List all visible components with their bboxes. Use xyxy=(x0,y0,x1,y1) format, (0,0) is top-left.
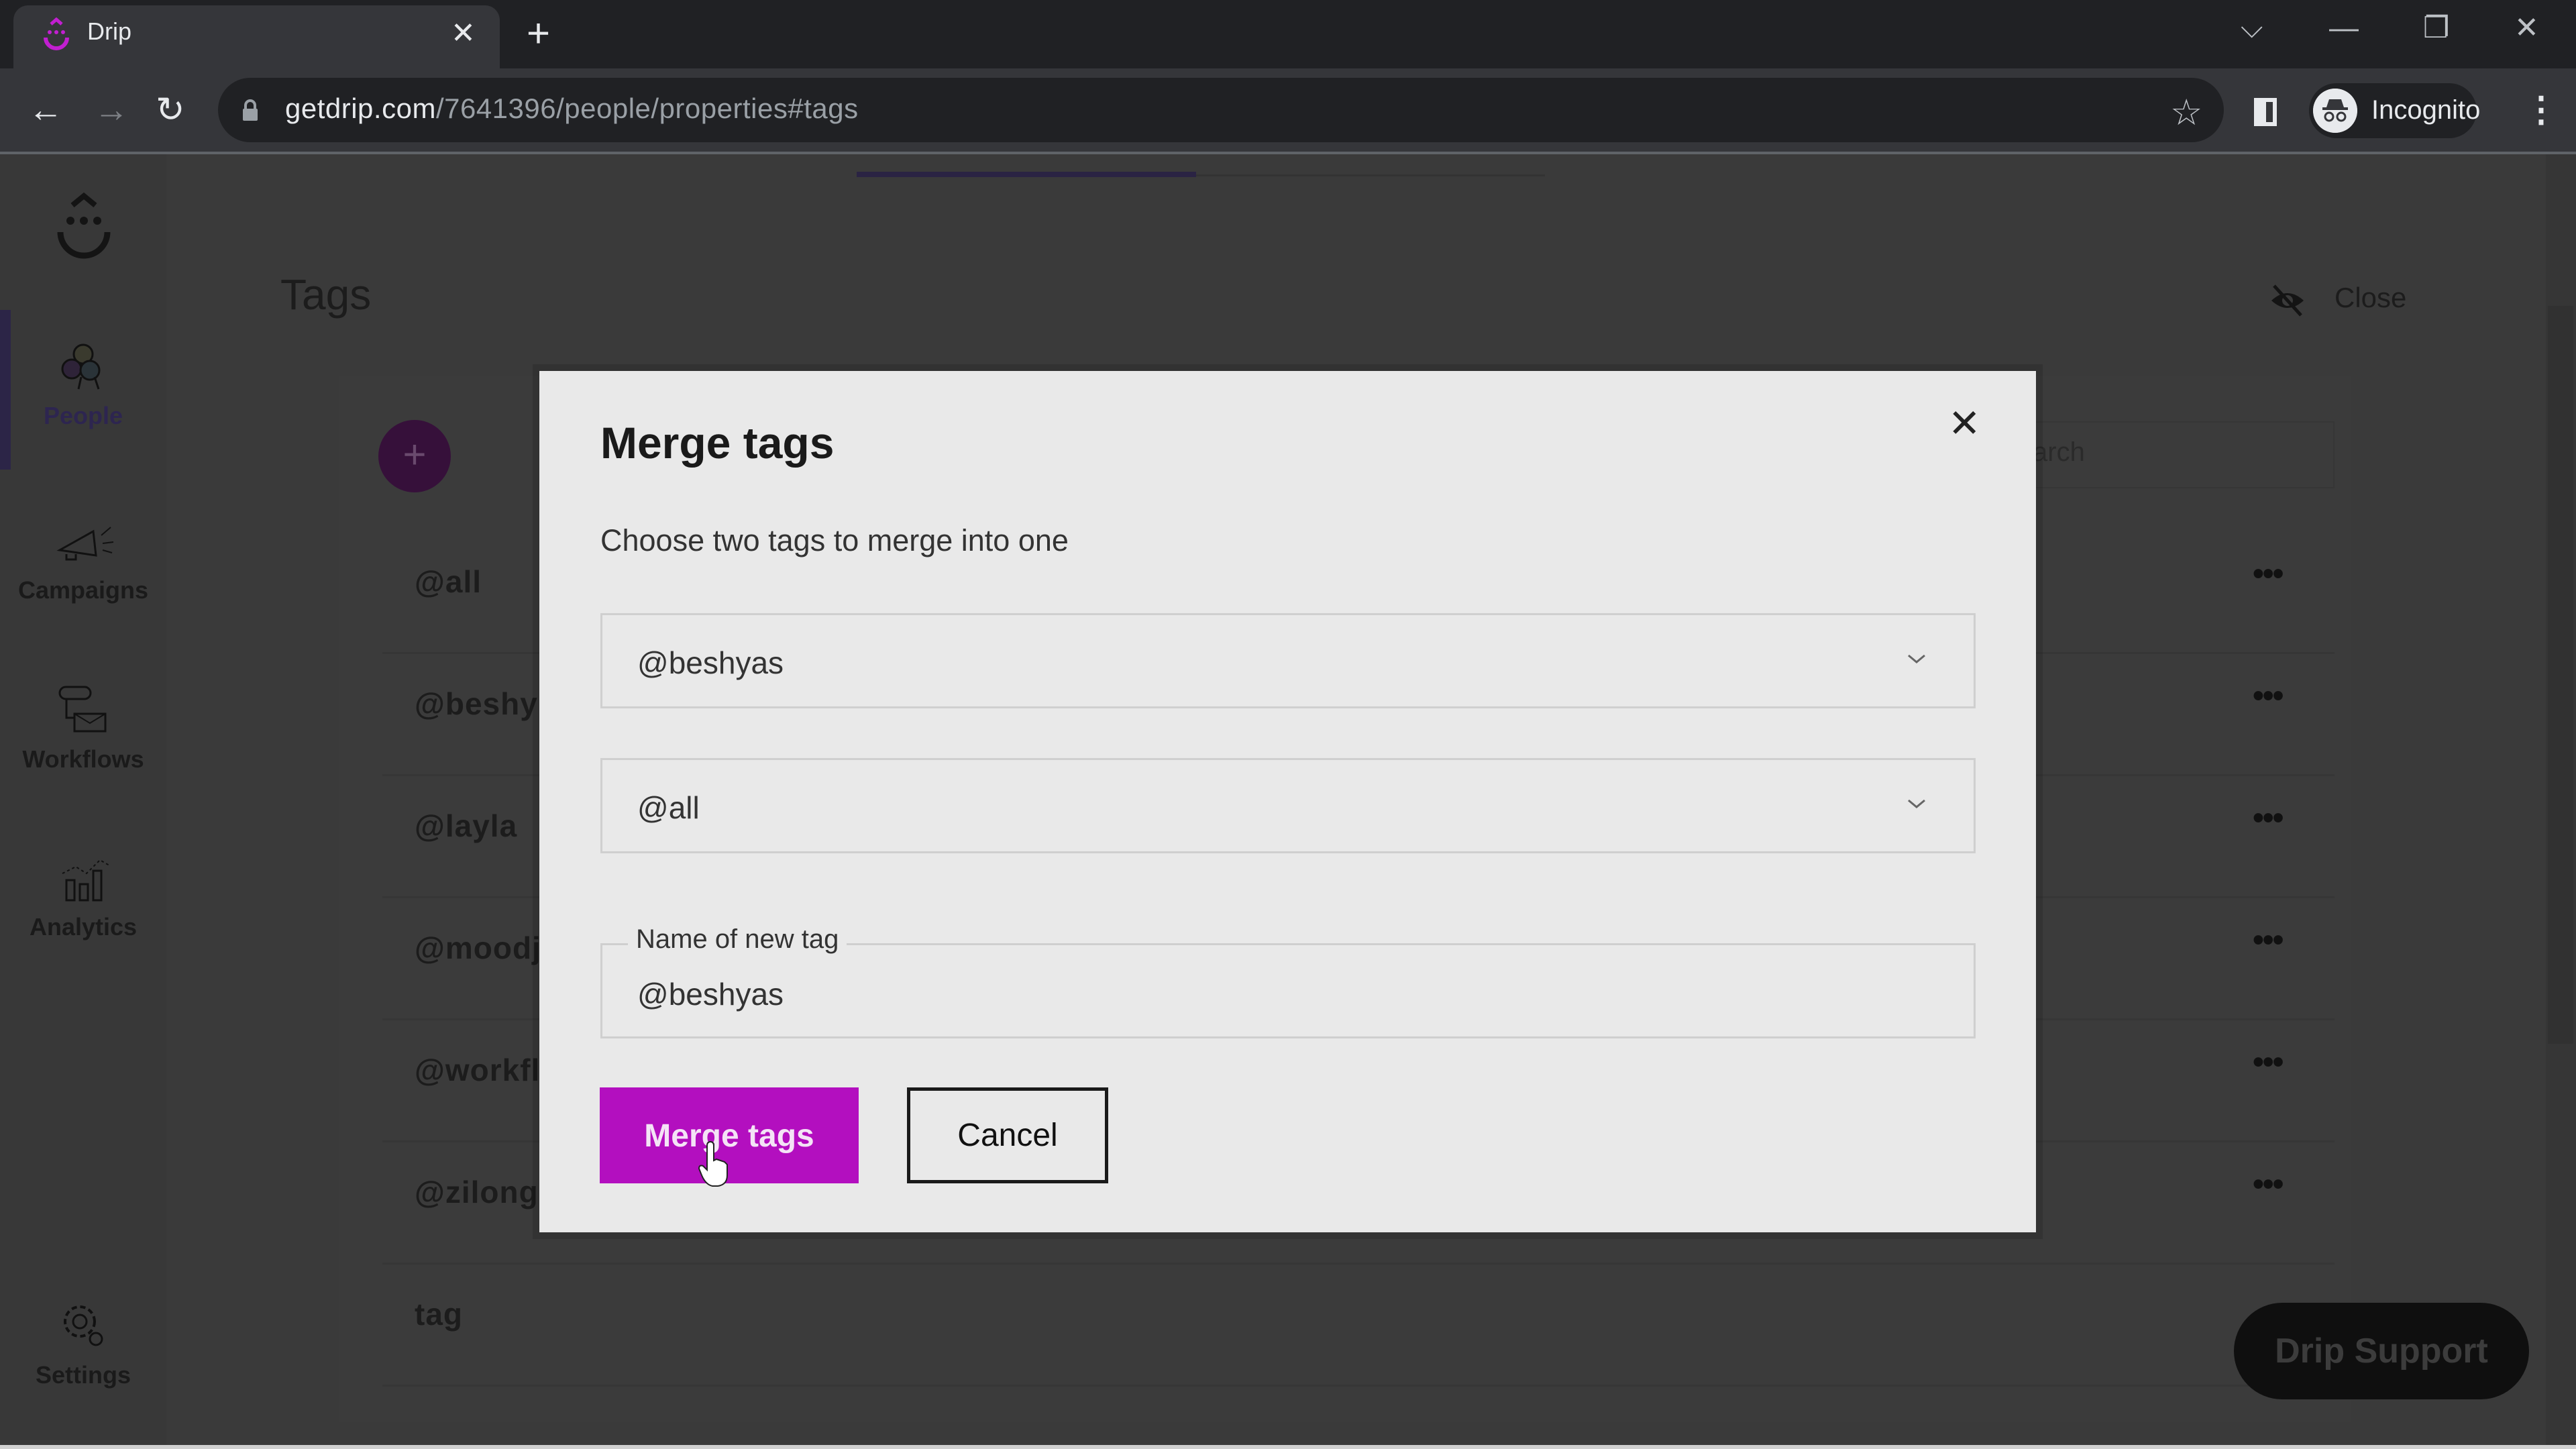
sidebar-item-label: Analytics xyxy=(29,913,138,941)
row-menu-button[interactable]: ••• xyxy=(2253,1044,2284,1081)
row-menu-button[interactable]: ••• xyxy=(2253,678,2284,714)
chevron-down-icon xyxy=(1908,799,1925,808)
tab-title: Drip xyxy=(87,17,132,45)
tag-name: @beshy xyxy=(415,686,538,721)
url-path: /7641396/people/properties#tags xyxy=(435,93,859,124)
row-menu-button[interactable]: ••• xyxy=(2253,800,2284,837)
sidebar-item-people[interactable]: People xyxy=(0,335,166,430)
lock-icon[interactable] xyxy=(241,99,259,122)
new-tag-name-label: Name of new tag xyxy=(628,924,847,955)
cancel-button[interactable]: Cancel xyxy=(907,1087,1108,1183)
sidebar-item-settings[interactable]: Settings xyxy=(0,1295,166,1389)
tab-search-button[interactable]: ⌵ xyxy=(2241,7,2263,50)
modal-subtitle: Choose two tags to merge into one xyxy=(600,523,1069,557)
scrollbar-thumb[interactable] xyxy=(2548,306,2573,1044)
megaphone-icon xyxy=(56,527,114,561)
tag-name: @all xyxy=(415,564,482,599)
forward-button[interactable]: → xyxy=(94,89,129,131)
back-button[interactable]: ← xyxy=(28,89,63,131)
first-tag-select[interactable]: @beshyas xyxy=(600,613,1976,708)
page-title: Tags xyxy=(280,270,372,319)
side-panel-icon[interactable] xyxy=(2254,98,2277,126)
tag-name: tag xyxy=(415,1297,463,1332)
close-icon[interactable]: ✕ xyxy=(451,15,476,52)
drip-support-button[interactable]: Drip Support xyxy=(2234,1303,2529,1399)
sidebar-item-label: Campaigns xyxy=(17,576,149,604)
hand-cursor-icon xyxy=(698,1140,728,1187)
star-icon[interactable]: ☆ xyxy=(2170,91,2202,133)
close-window-button[interactable]: ✕ xyxy=(2514,7,2539,50)
sidebar-item-workflows[interactable]: Workflows xyxy=(0,679,166,773)
modal-title: Merge tags xyxy=(600,418,835,468)
drip-logo-icon[interactable] xyxy=(54,191,114,264)
search-placeholder: arch xyxy=(2033,437,2085,467)
row-menu-button[interactable]: ••• xyxy=(2253,1166,2284,1203)
second-tag-select[interactable]: @all xyxy=(600,758,1976,853)
gear-icon xyxy=(64,1305,103,1346)
tag-name: @moodj xyxy=(415,930,541,965)
reload-button[interactable]: ↻ xyxy=(156,89,185,131)
modal-close-button[interactable]: ✕ xyxy=(1948,402,1981,445)
sidebar-item-label: Settings xyxy=(35,1361,131,1389)
tag-name: @zilong xyxy=(415,1175,539,1210)
tag-name: @workfl xyxy=(415,1053,541,1087)
tag-row[interactable]: tag xyxy=(382,1263,2334,1387)
row-menu-button[interactable]: ••• xyxy=(2253,555,2284,592)
active-tab-indicator xyxy=(857,172,1196,177)
incognito-label: Incognito xyxy=(2371,95,2481,125)
url-text[interactable]: getdrip.com/7641396/people/properties#ta… xyxy=(285,93,859,125)
chevron-down-icon xyxy=(1908,654,1925,663)
sidebar-item-analytics[interactable]: Analytics xyxy=(0,847,166,941)
new-tab-button[interactable]: + xyxy=(527,12,550,55)
add-tag-button[interactable]: + xyxy=(378,420,451,492)
bar-chart-icon xyxy=(62,859,110,902)
row-menu-button[interactable]: ••• xyxy=(2253,922,2284,959)
sidebar-item-campaigns[interactable]: Campaigns xyxy=(0,517,166,604)
restore-button[interactable]: ❐ xyxy=(2423,7,2449,50)
drip-logo-icon xyxy=(44,17,69,50)
close-link[interactable]: Close xyxy=(2334,282,2406,314)
window-bottom-edge xyxy=(0,1445,2576,1449)
people-icon xyxy=(61,343,101,390)
minimize-button[interactable]: — xyxy=(2329,7,2359,50)
sidebar-item-label: Workflows xyxy=(22,745,144,773)
workflow-icon xyxy=(58,686,107,733)
tabs-divider xyxy=(1196,174,1545,176)
sidebar-item-label: People xyxy=(43,402,123,429)
new-tag-name-input[interactable] xyxy=(636,975,1913,1013)
second-tag-value: @all xyxy=(637,790,700,825)
browser-menu-button[interactable]: ⋮ xyxy=(2524,89,2559,131)
browser-tab[interactable] xyxy=(13,5,500,68)
incognito-icon xyxy=(2313,89,2357,133)
tag-name: @layla xyxy=(415,808,518,843)
eye-off-icon[interactable] xyxy=(2269,282,2306,319)
url-host: getdrip.com xyxy=(285,93,436,124)
first-tag-value: @beshyas xyxy=(637,645,784,680)
